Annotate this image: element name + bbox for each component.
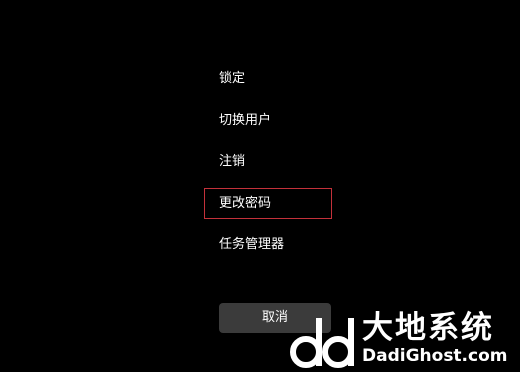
dadighost-logo-icon [290,318,354,368]
change-password-option[interactable]: 更改密码 [219,196,271,212]
switch-user-option[interactable]: 切换用户 [219,113,271,129]
security-options-screen: 锁定 切换用户 注销 更改密码 任务管理器 取消 大地系统 DadiGhost.… [0,0,520,372]
watermark-brand-en: DadiGhost.com [362,346,508,366]
lock-option[interactable]: 锁定 [219,71,245,87]
watermark-brand-cn: 大地系统 [362,310,494,346]
watermark: 大地系统 DadiGhost.com [288,310,516,370]
task-manager-option[interactable]: 任务管理器 [219,237,284,253]
sign-out-option[interactable]: 注销 [219,154,245,170]
